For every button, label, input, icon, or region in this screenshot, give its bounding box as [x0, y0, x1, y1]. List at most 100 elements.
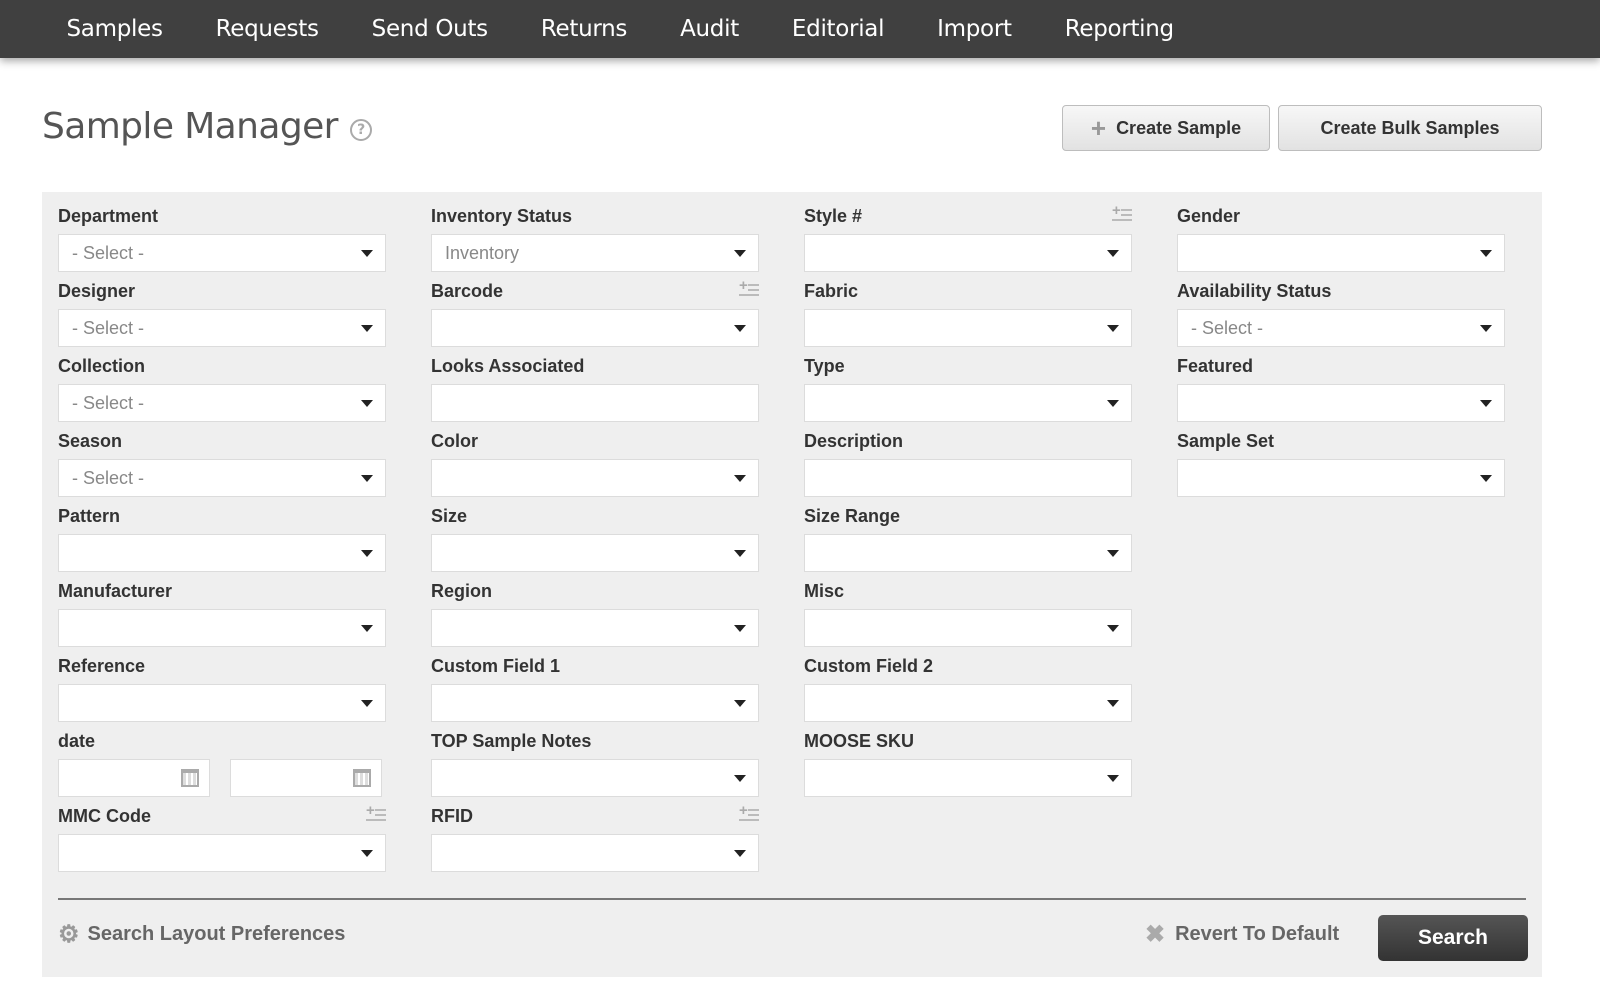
custom-field-1-select[interactable] — [431, 684, 759, 722]
mmc-code-select[interactable] — [58, 834, 386, 872]
sample-set-select[interactable] — [1177, 459, 1505, 497]
barcode-select[interactable] — [431, 309, 759, 347]
size-select[interactable] — [431, 534, 759, 572]
chevron-down-icon — [1107, 250, 1119, 257]
field-value: - Select - — [72, 318, 145, 338]
nav-item-editorial[interactable]: Editorial — [765, 16, 910, 42]
moose-sku-select[interactable] — [804, 759, 1132, 797]
field-type: Type — [804, 354, 1132, 422]
rfid-select[interactable] — [431, 834, 759, 872]
search-layout-preferences-link[interactable]: ⚙ Search Layout Preferences — [58, 920, 345, 949]
field-label: Reference — [58, 656, 146, 676]
page-title: Sample Manager ? — [42, 106, 372, 147]
field-region: Region — [431, 579, 759, 647]
field-value: - Select - — [72, 243, 145, 263]
nav-item-reporting[interactable]: Reporting — [1038, 16, 1200, 42]
revert-label: Revert To Default — [1175, 923, 1340, 945]
field-label: Manufacturer — [58, 581, 173, 601]
collection-select[interactable]: - Select - — [58, 384, 386, 422]
fabric-select[interactable] — [804, 309, 1132, 347]
field-label: Inventory Status — [431, 206, 573, 226]
nav-item-samples[interactable]: Samples — [40, 16, 189, 42]
create-sample-label: Create Sample — [1116, 117, 1242, 138]
style-select[interactable] — [804, 234, 1132, 272]
field-label: Featured — [1177, 356, 1254, 376]
looks-associated-input[interactable] — [431, 384, 759, 422]
field-label: Color — [431, 431, 478, 451]
chevron-down-icon — [1107, 700, 1119, 707]
field-barcode: Barcode + — [431, 278, 759, 347]
designer-select[interactable]: - Select - — [58, 309, 386, 347]
field-label: Barcode — [431, 281, 504, 301]
nav-item-returns[interactable]: Returns — [514, 16, 653, 42]
top-nav: Samples Requests Send Outs Returns Audit Edit… — [0, 0, 1600, 58]
field-inventory-status: Inventory Status Inventory — [431, 204, 759, 272]
color-select[interactable] — [431, 459, 759, 497]
field-rfid: RFID + — [431, 803, 759, 872]
chevron-down-icon — [361, 625, 373, 632]
field-label: Sample Set — [1177, 431, 1275, 451]
help-icon[interactable]: ? — [349, 118, 372, 141]
size-range-select[interactable] — [804, 534, 1132, 572]
availability-status-select[interactable]: - Select - — [1177, 309, 1505, 347]
field-reference: Reference — [58, 654, 386, 722]
misc-select[interactable] — [804, 609, 1132, 647]
field-department: Department - Select - — [58, 204, 386, 272]
reference-select[interactable] — [58, 684, 386, 722]
field-season: Season - Select - — [58, 429, 386, 497]
chevron-down-icon — [1107, 400, 1119, 407]
chevron-down-icon — [1107, 550, 1119, 557]
add-list-icon[interactable]: + — [366, 803, 386, 824]
create-bulk-samples-button[interactable]: Create Bulk Samples — [1278, 105, 1542, 151]
nav-item-import[interactable]: Import — [911, 16, 1039, 42]
department-select[interactable]: - Select - — [58, 234, 386, 272]
field-custom-field-2: Custom Field 2 — [804, 654, 1132, 722]
field-manufacturer: Manufacturer — [58, 579, 386, 647]
nav-item-requests[interactable]: Requests — [189, 16, 345, 42]
chevron-down-icon — [361, 250, 373, 257]
field-label: Custom Field 1 — [431, 656, 561, 676]
field-label: Designer — [58, 281, 136, 301]
chevron-down-icon — [1107, 325, 1119, 332]
custom-field-2-select[interactable] — [804, 684, 1132, 722]
nav-item-audit[interactable]: Audit — [654, 16, 766, 42]
field-label: Pattern — [58, 506, 121, 526]
field-label: MOOSE SKU — [804, 731, 915, 751]
create-sample-button[interactable]: + Create Sample — [1062, 105, 1270, 151]
field-style: Style # + — [804, 203, 1132, 272]
add-list-icon[interactable]: + — [1112, 203, 1132, 224]
nav-item-send-outs[interactable]: Send Outs — [345, 16, 514, 42]
date-from-input[interactable] — [58, 759, 210, 797]
field-value: - Select - — [72, 468, 145, 488]
field-designer: Designer - Select - — [58, 279, 386, 347]
inventory-status-select[interactable]: Inventory — [431, 234, 759, 272]
type-select[interactable] — [804, 384, 1132, 422]
featured-select[interactable] — [1177, 384, 1505, 422]
field-color: Color — [431, 429, 759, 497]
add-list-icon[interactable]: + — [739, 278, 759, 299]
description-input[interactable] — [804, 459, 1132, 497]
field-size-range: Size Range — [804, 504, 1132, 572]
top-sample-notes-select[interactable] — [431, 759, 759, 797]
field-collection: Collection - Select - — [58, 354, 386, 422]
date-to-input[interactable] — [230, 759, 382, 797]
field-label: RFID — [431, 806, 473, 826]
field-label: Looks Associated — [431, 356, 585, 376]
pattern-select[interactable] — [58, 534, 386, 572]
calendar-icon[interactable] — [353, 769, 371, 787]
chevron-down-icon — [1107, 775, 1119, 782]
season-select[interactable]: - Select - — [58, 459, 386, 497]
field-label: Gender — [1177, 206, 1241, 226]
gender-select[interactable] — [1177, 234, 1505, 272]
search-button[interactable]: Search — [1378, 915, 1528, 961]
manufacturer-select[interactable] — [58, 609, 386, 647]
chevron-down-icon — [361, 475, 373, 482]
field-label: Type — [804, 356, 845, 376]
calendar-icon[interactable] — [181, 769, 199, 787]
region-select[interactable] — [431, 609, 759, 647]
revert-to-default-link[interactable]: ✖ Revert To Default — [1145, 920, 1339, 949]
add-list-icon[interactable]: + — [739, 803, 759, 824]
chevron-down-icon — [734, 250, 746, 257]
field-description: Description — [804, 429, 1132, 497]
chevron-down-icon — [734, 775, 746, 782]
